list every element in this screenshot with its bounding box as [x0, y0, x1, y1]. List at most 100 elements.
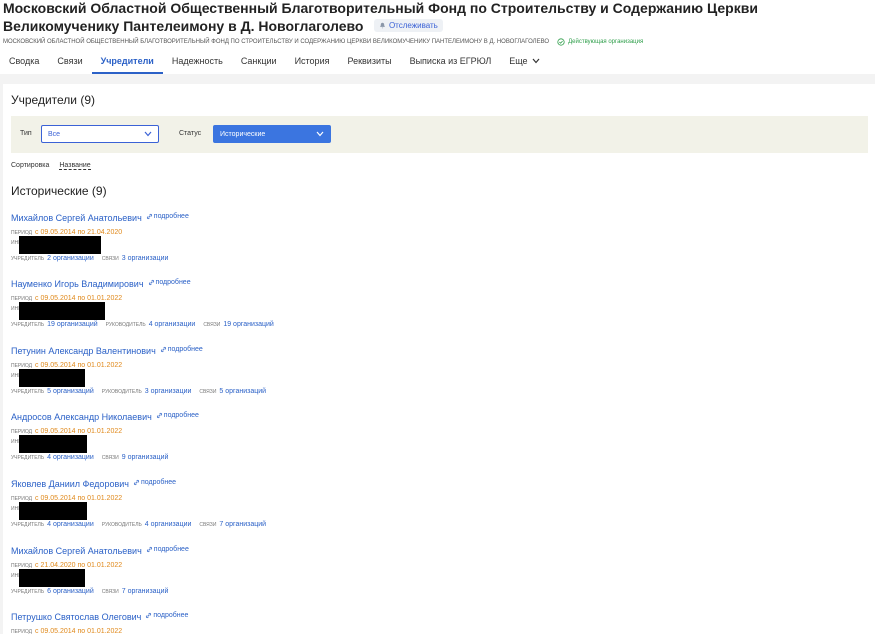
tab-8[interactable]: Еще: [500, 50, 548, 74]
section-title: Исторические (9): [11, 184, 107, 198]
follow-button[interactable]: Отслеживать: [373, 19, 443, 32]
founder-item: Андросов Александр Николаевич подробнее пе…: [11, 407, 711, 463]
founder-orgs-link[interactable]: 4 организации: [47, 521, 94, 528]
head-orgs-link[interactable]: 4 организации: [149, 321, 196, 328]
status-text: Действующая организация: [568, 39, 644, 45]
period-row: период с 09.05.2014 по 21.04.2020: [11, 228, 711, 238]
tab-6[interactable]: Реквизиты: [338, 50, 400, 74]
redacted-inn: [19, 435, 87, 453]
status-select[interactable]: Исторические: [213, 125, 331, 143]
more-link[interactable]: подробнее: [146, 213, 189, 220]
more-label: подробнее: [163, 412, 199, 419]
period-value: с 09.05.2014 по 01.01.2022: [35, 495, 123, 502]
tab-4[interactable]: Санкции: [232, 50, 286, 74]
founder-item: Михайлов Сергей Анатольевич подробнее пери…: [11, 208, 711, 264]
redacted-inn: [19, 369, 85, 387]
founder-name[interactable]: Науменко Игорь Владимирович: [11, 279, 144, 289]
founder-name[interactable]: Михайлов Сергей Анатольевич: [11, 546, 142, 556]
founder-orgs-link[interactable]: 5 организаций: [47, 388, 94, 395]
head-label: руководитель: [101, 389, 142, 395]
links-row: учредитель 4 организации связи 9 организаци…: [11, 453, 711, 463]
chevron-down-icon: [316, 131, 324, 137]
tab-label: Связи: [57, 56, 83, 66]
founder-orgs-link[interactable]: 19 организаций: [47, 321, 98, 328]
links-label: связи: [101, 455, 119, 461]
more-link[interactable]: подробнее: [160, 346, 203, 353]
head-orgs-link[interactable]: 4 организации: [145, 521, 192, 528]
more-link[interactable]: подробнее: [146, 546, 189, 553]
founder-label: учредитель: [11, 455, 45, 461]
links-orgs-link[interactable]: 7 организаций: [122, 588, 169, 595]
founder-item: Яковлев Даниил Федорович подробнее период с…: [11, 474, 711, 530]
founder-name[interactable]: Михайлов Сергей Анатольевич: [11, 213, 142, 223]
head-orgs-link[interactable]: 3 организации: [145, 388, 192, 395]
type-select[interactable]: Все: [41, 125, 159, 143]
founder-item: Петунин Александр Валентинович подробнее п…: [11, 341, 711, 397]
founder-orgs-link[interactable]: 4 организации: [47, 454, 94, 461]
links-orgs-link[interactable]: 5 организаций: [219, 388, 266, 395]
more-link[interactable]: подробнее: [156, 412, 199, 419]
inn-row: инн: [11, 236, 711, 254]
links-row: учредитель 4 организации руководитель 4 орг…: [11, 520, 711, 530]
links-label: связи: [199, 522, 217, 528]
sort-by-name[interactable]: Название: [59, 162, 91, 170]
inn-row: инн: [11, 569, 711, 587]
tab-label: Учредители: [100, 56, 154, 66]
tab-label: История: [294, 56, 330, 66]
period-label: период: [11, 629, 33, 634]
more-label: подробнее: [140, 479, 177, 486]
redacted-inn: [19, 502, 87, 520]
founder-name[interactable]: Яковлев Даниил Федорович: [11, 479, 129, 489]
tab-0[interactable]: Сводка: [0, 50, 48, 74]
more-link[interactable]: подробнее: [145, 612, 188, 619]
inn-row: инн: [11, 369, 711, 387]
redacted-inn: [19, 302, 105, 320]
status-badge: Действующая организация: [557, 38, 643, 46]
links-orgs-link[interactable]: 7 организаций: [219, 521, 266, 528]
link-icon: [146, 546, 152, 553]
links-label: связи: [199, 389, 217, 395]
links-label: связи: [101, 256, 119, 262]
period-value: с 09.05.2014 по 01.01.2022: [35, 295, 123, 302]
founder-name[interactable]: Петрушко Святослав Олегович: [11, 612, 141, 622]
founder-orgs-link[interactable]: 6 организаций: [47, 588, 94, 595]
links-orgs-link[interactable]: 3 организации: [122, 255, 169, 262]
founder-orgs-link[interactable]: 2 организации: [47, 255, 94, 262]
more-label: подробнее: [155, 279, 191, 286]
founder-label: учредитель: [11, 589, 45, 595]
founder-label: учредитель: [11, 389, 45, 395]
links-orgs-link[interactable]: 19 организаций: [223, 321, 274, 328]
founders-panel: Учредители (9) Тип Все Статус Историческ…: [3, 84, 875, 634]
status-select-value: Исторические: [220, 130, 266, 138]
founder-name[interactable]: Петунин Александр Валентинович: [11, 346, 156, 356]
more-label: подробнее: [153, 546, 189, 553]
follow-label: Отслеживать: [388, 21, 438, 30]
links-row: учредитель 6 организаций связи 7 организаци…: [11, 587, 711, 597]
link-icon: [156, 412, 162, 419]
tab-5[interactable]: История: [286, 50, 339, 74]
tab-label: Выписка из ЕГРЮЛ: [409, 56, 492, 66]
tab-2[interactable]: Учредители: [91, 50, 164, 74]
bell-icon: [379, 22, 385, 29]
link-icon: [148, 279, 154, 286]
more-link[interactable]: подробнее: [148, 279, 191, 286]
chevron-down-icon: [532, 58, 540, 64]
founder-name[interactable]: Андросов Александр Николаевич: [11, 412, 152, 422]
tab-label: Сводка: [9, 56, 40, 66]
links-orgs-link[interactable]: 9 организаций: [122, 454, 169, 461]
more-link[interactable]: подробнее: [133, 479, 176, 486]
tab-7[interactable]: Выписка из ЕГРЮЛ: [401, 50, 501, 74]
more-label: подробнее: [153, 612, 189, 619]
inn-row: инн: [11, 502, 711, 520]
period-value: с 09.05.2014 по 21.04.2020: [35, 229, 123, 236]
link-icon: [146, 213, 152, 220]
period-row: период с 09.05.2014 по 01.01.2022: [11, 294, 711, 304]
tab-1[interactable]: Связи: [48, 50, 91, 74]
redacted-inn: [19, 236, 101, 254]
tab-label: Еще: [509, 56, 528, 66]
founder-label: учредитель: [11, 322, 45, 328]
tab-3[interactable]: Надежность: [163, 50, 232, 74]
check-circle-icon: [557, 38, 565, 46]
links-row: учредитель 2 организации связи 3 организаци…: [11, 254, 711, 264]
type-select-value: Все: [48, 130, 61, 138]
